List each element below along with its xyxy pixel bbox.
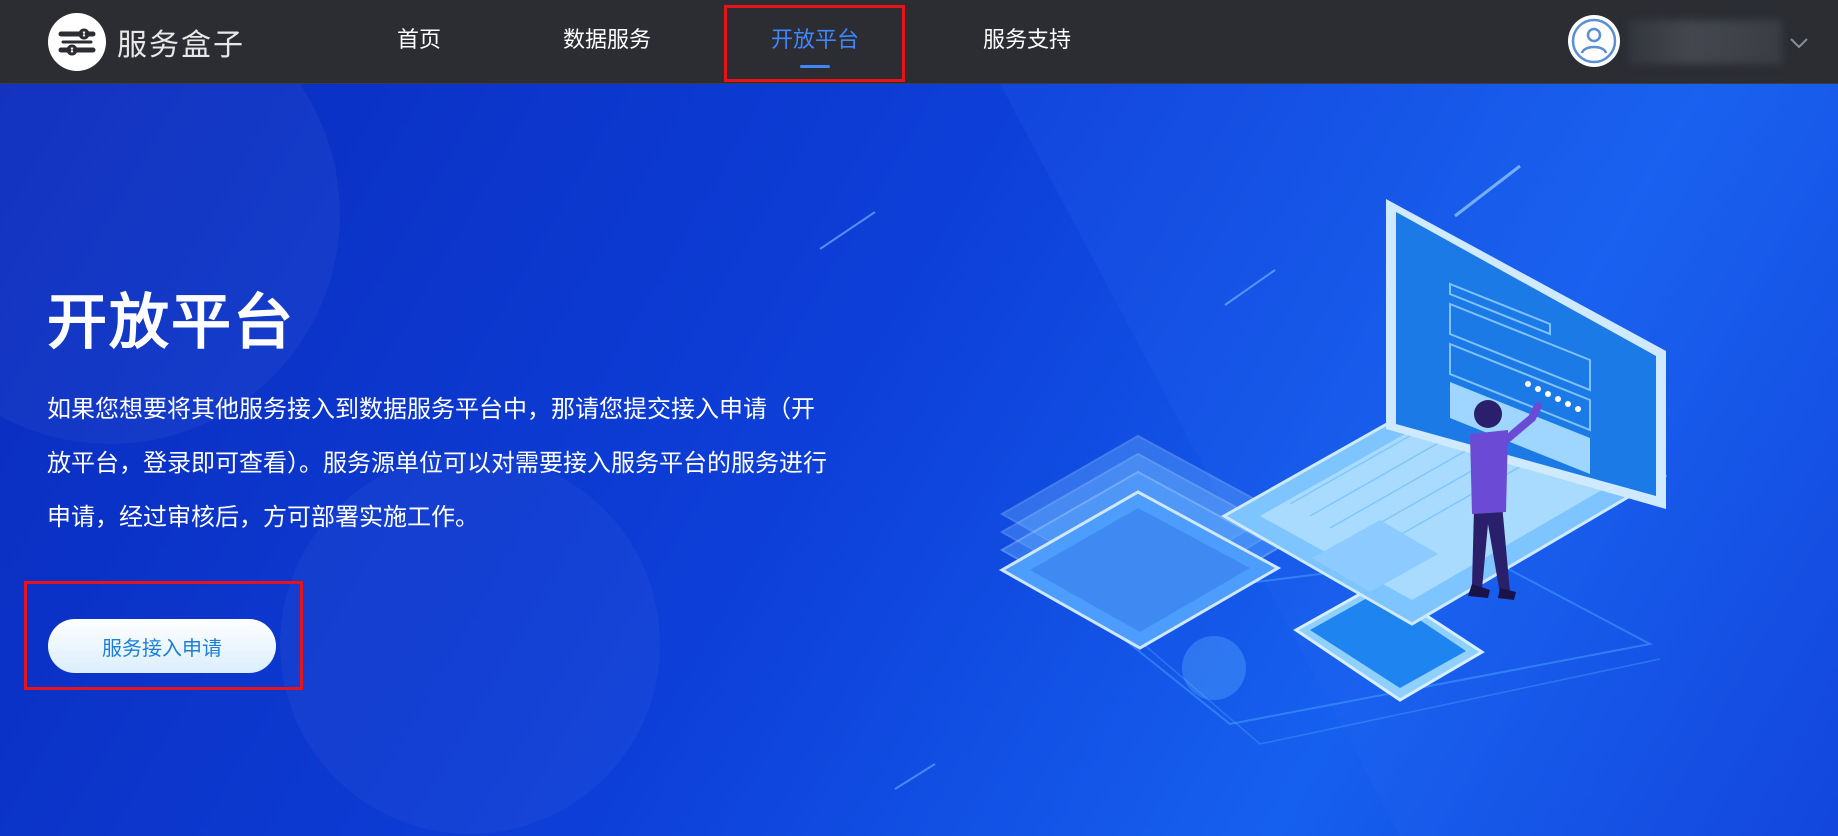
username-redacted[interactable] [1628, 20, 1782, 64]
logo[interactable]: 服务盒子 [47, 12, 245, 72]
hero-description: 如果您想要将其他服务接入到数据服务平台中，那请您提交接入申请（开放平台，登录即可… [47, 395, 827, 531]
user-avatar-icon [1571, 18, 1617, 64]
user-avatar[interactable] [1568, 15, 1620, 67]
nav-item-data-services[interactable]: 数据服务 [557, 0, 657, 84]
nav-highlight-box [724, 5, 905, 82]
chevron-down-icon[interactable] [1786, 30, 1812, 56]
nav-item-service-support[interactable]: 服务支持 [977, 0, 1077, 84]
nav-item-label: 数据服务 [562, 28, 651, 53]
laptop-login-illustration [998, 199, 1668, 745]
logo-icon [48, 13, 106, 71]
nav-item-label: 服务支持 [982, 28, 1071, 53]
hero-banner: 开放平台 如果您想要将其他服务接入到数据服务平台中，那请您提交接入申请（开放平台… [0, 84, 1838, 836]
nav-item-home[interactable]: 首页 [377, 0, 461, 84]
nav-item-label: 首页 [396, 28, 441, 53]
top-navigation-bar: 服务盒子 首页 数据服务 开放平台 服务支持 [0, 0, 1838, 84]
button-highlight-box [24, 581, 303, 690]
page-title: 开放平台 [47, 288, 295, 358]
logo-text: 服务盒子 [117, 28, 245, 63]
